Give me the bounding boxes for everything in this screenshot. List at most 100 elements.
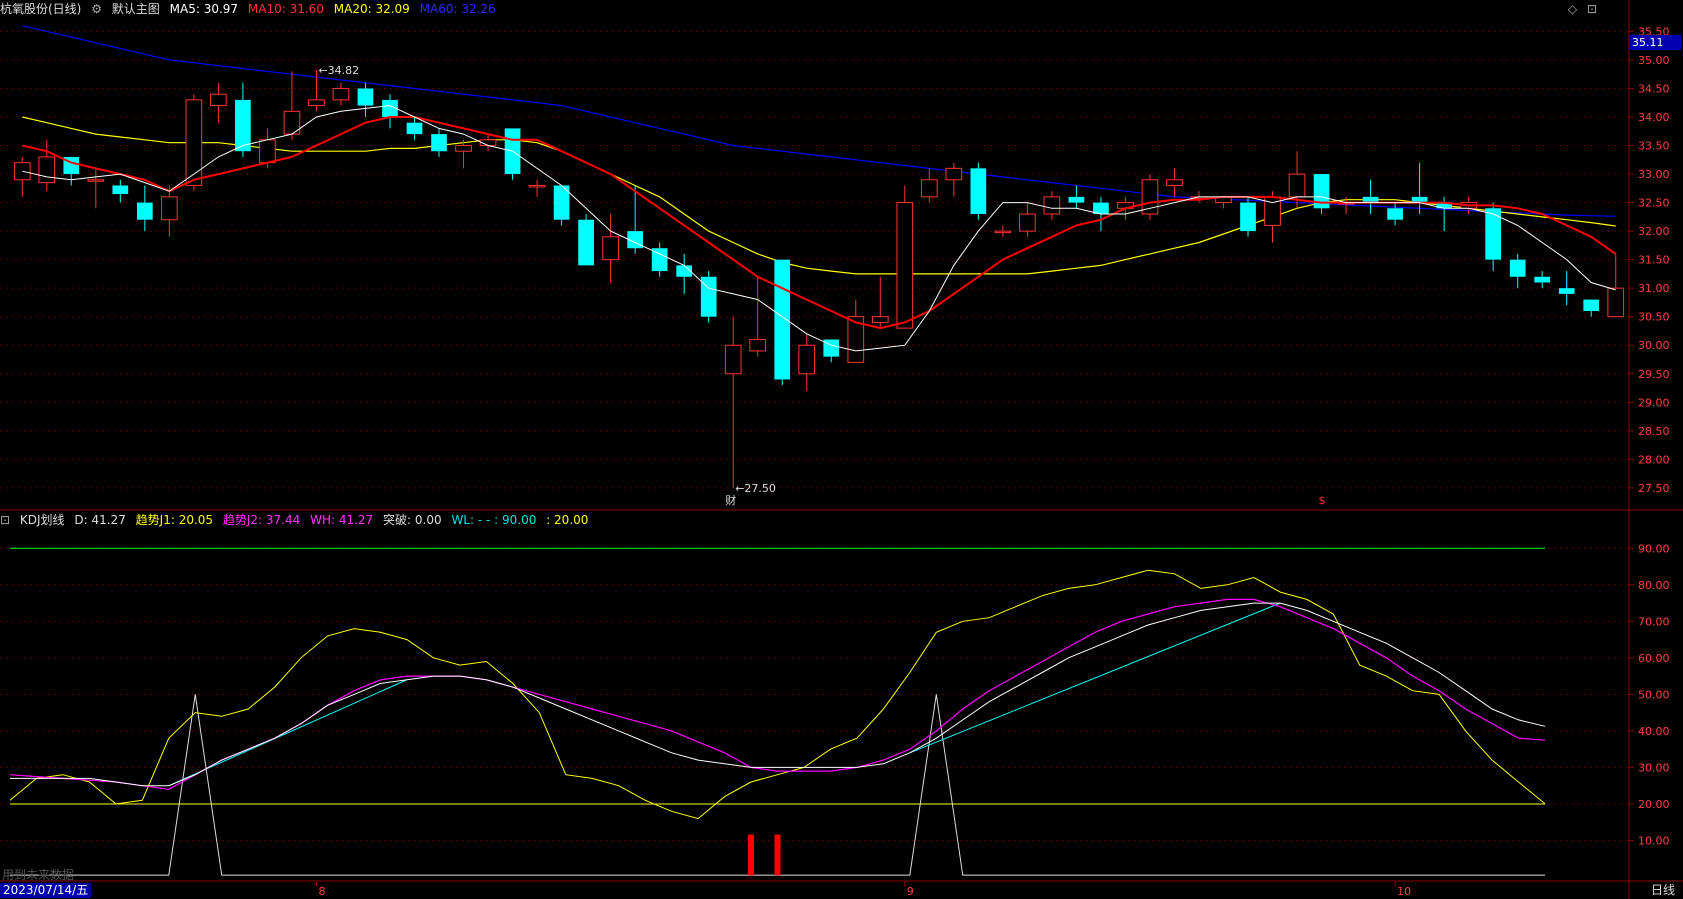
- candle-body: [970, 168, 987, 214]
- candle-body: [87, 179, 105, 182]
- candle-body: [896, 202, 914, 329]
- y-tick-label: 32.50: [1638, 197, 1670, 210]
- current-price-tag: 35.11: [1629, 35, 1681, 50]
- top-right-toolbar: ◇ ⊡: [1562, 0, 1597, 18]
- candle-body: [1607, 287, 1625, 318]
- y-tick-label: 28.00: [1638, 453, 1670, 466]
- candle-body: [235, 99, 251, 152]
- candle-body: [1534, 276, 1551, 283]
- kdj-y-tick-label: 10.00: [1638, 834, 1670, 847]
- candle-body: [136, 202, 153, 220]
- candle-body: [871, 316, 889, 323]
- diamond-icon[interactable]: ◇: [1568, 2, 1577, 16]
- candle-body: [13, 162, 31, 181]
- candle-body: [1141, 179, 1159, 215]
- candle-body: [112, 185, 129, 195]
- y-tick-label: 34.00: [1638, 111, 1670, 124]
- candle-body: [724, 344, 742, 375]
- kdj-j2-value: 趋势J2: 37.44: [222, 513, 301, 527]
- kdj-y-tick-label: 80.00: [1638, 579, 1670, 592]
- kdj-d-value: D: 41.27: [74, 513, 126, 527]
- dividend-marker: $: [1319, 494, 1326, 507]
- candle-body: [528, 184, 546, 188]
- y-tick-label: 30.00: [1638, 339, 1670, 352]
- y-tick-label: 27.50: [1638, 482, 1670, 495]
- candle-body: [332, 87, 350, 101]
- candle-body: [749, 339, 767, 352]
- kdj-signal-bar: [774, 834, 781, 876]
- candle-body: [185, 99, 203, 186]
- kdj-signal-bar: [748, 834, 755, 876]
- kdj-low-value: : 20.00: [546, 513, 589, 527]
- low-price-marker: ←27.50: [735, 482, 776, 495]
- candle-body: [1509, 259, 1526, 277]
- kdj-wh-value: WH: 41.27: [310, 513, 374, 527]
- ma60-line: [22, 25, 1616, 217]
- ma60-value: MA60: 32.26: [419, 2, 496, 16]
- y-tick-label: 30.50: [1638, 311, 1670, 324]
- month-label: 10: [1397, 885, 1411, 898]
- kdj-y-tick-label: 70.00: [1638, 615, 1670, 628]
- candle-body: [920, 179, 938, 198]
- candle-body: [210, 93, 227, 107]
- y-tick-label: 33.00: [1638, 168, 1670, 181]
- candle-body: [1068, 196, 1085, 203]
- stock-name[interactable]: 杭氧股份(日线): [0, 2, 81, 16]
- candle-body: [945, 167, 963, 181]
- kdj-collapse-icon[interactable]: ⊡: [0, 513, 10, 527]
- cursor-date: 2023/07/14/五: [0, 883, 92, 898]
- maximize-icon[interactable]: ⊡: [1587, 2, 1597, 16]
- y-tick-label: 29.00: [1638, 396, 1670, 409]
- financial-report-marker: 财: [725, 493, 736, 507]
- kdj-y-tick-label: 60.00: [1638, 652, 1670, 665]
- y-tick-label: 29.50: [1638, 368, 1670, 381]
- candle-body: [1240, 202, 1256, 232]
- candle-body: [308, 99, 325, 107]
- candle-body: [406, 122, 423, 135]
- candle-body: [455, 145, 472, 152]
- candle-body: [431, 134, 447, 152]
- candle-body: [1043, 196, 1061, 215]
- candle-body: [1166, 179, 1183, 186]
- kdj-trend-segment: [909, 602, 1281, 754]
- y-tick-label: 31.00: [1638, 282, 1670, 295]
- kdj-y-tick-label: 90.00: [1638, 542, 1670, 555]
- future-data-watermark: 用到未来数据: [2, 868, 75, 882]
- kdj-title[interactable]: KDJ划线: [20, 513, 65, 527]
- high-price-marker: ←34.82: [318, 64, 359, 77]
- ma5-value: MA5: 30.97: [169, 2, 239, 16]
- candle-body: [602, 236, 619, 261]
- candle-body: [161, 196, 178, 221]
- kdj-wl-value: WL: - - : 90.00: [451, 513, 537, 527]
- candle-body: [357, 88, 374, 106]
- month-label: 8: [318, 885, 325, 898]
- kdj-y-tick-label: 50.00: [1638, 688, 1670, 701]
- candle-body: [1387, 208, 1403, 220]
- kdj-y-tick-label: 40.00: [1638, 725, 1670, 738]
- candle-body: [578, 219, 594, 266]
- kdj-y-tick-label: 30.00: [1638, 761, 1670, 774]
- y-tick-label: 33.50: [1638, 140, 1670, 153]
- main-chart-header: 杭氧股份(日线) ⚙ 默认主图 MA5: 30.97 MA10: 31.60 M…: [0, 0, 502, 18]
- candle-body: [1288, 173, 1306, 198]
- candle-body: [1583, 299, 1600, 311]
- candle-body: [774, 259, 791, 380]
- settings-icon[interactable]: ⚙: [91, 0, 102, 18]
- period-button[interactable]: 日线: [1651, 883, 1675, 898]
- month-label: 9: [907, 885, 914, 898]
- kdj-tupo-value: 突破: 0.00: [383, 513, 442, 527]
- candle-body: [38, 156, 56, 184]
- ma10-value: MA10: 31.60: [247, 2, 324, 16]
- candle-body: [994, 230, 1012, 234]
- candle-body: [1558, 288, 1575, 294]
- kdj-j1-value: 趋势J1: 20.05: [135, 513, 214, 527]
- y-tick-label: 28.50: [1638, 425, 1670, 438]
- candle-body: [798, 344, 816, 375]
- ma20-value: MA20: 32.09: [333, 2, 410, 16]
- template-name[interactable]: 默认主图: [112, 2, 160, 16]
- chart-canvas: 27.50 28.00 28.50 29.00 29.50 30.00 30.50 31.00…: [0, 0, 1683, 899]
- y-tick-label: 35.00: [1638, 54, 1670, 67]
- y-tick-label: 34.50: [1638, 82, 1670, 95]
- kdj-header: ⊡ KDJ划线 D: 41.27 趋势J1: 20.05 趋势J2: 37.44…: [0, 511, 594, 529]
- candle-body: [259, 139, 276, 164]
